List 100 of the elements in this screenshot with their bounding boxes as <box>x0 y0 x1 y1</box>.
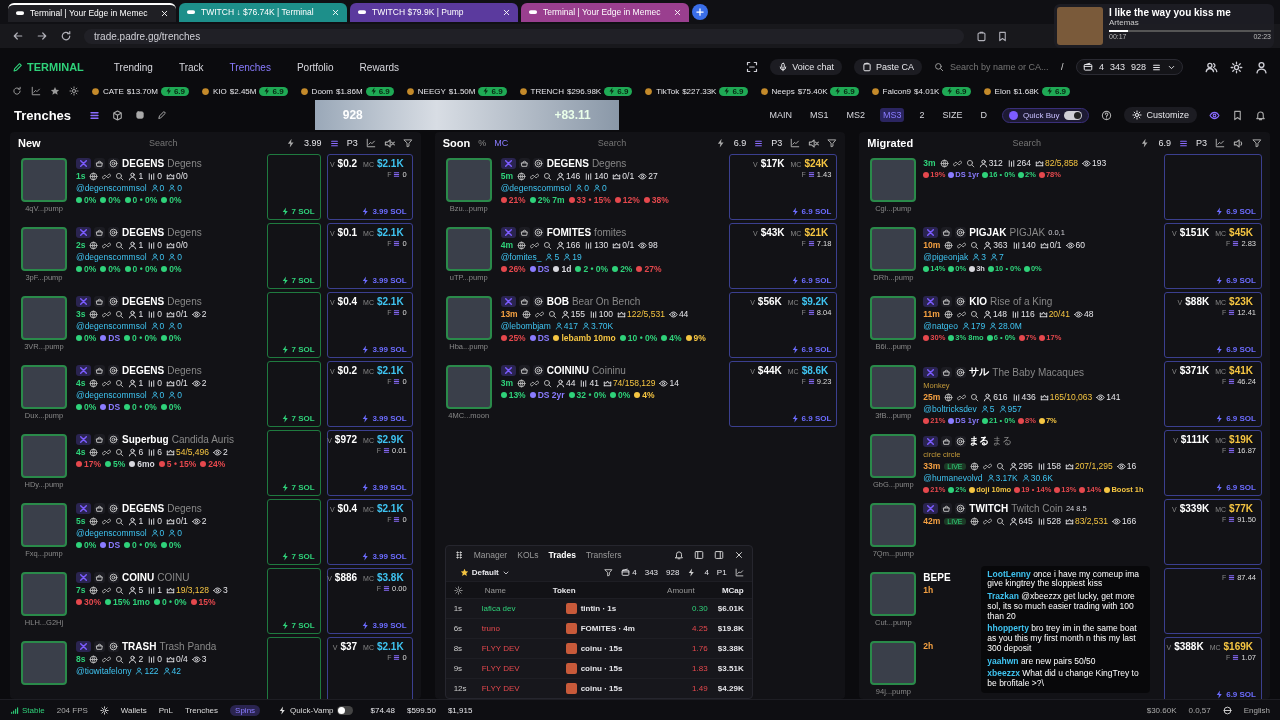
quick-buy-panel[interactable]: 7 SOL <box>266 499 321 565</box>
search-field[interactable]: Search <box>48 137 279 149</box>
preset-tab[interactable]: MS1 <box>806 108 832 122</box>
search-field[interactable]: Search <box>516 137 708 149</box>
browser-tab[interactable]: Terminal | Your Edge in Memec <box>8 2 176 22</box>
trader-name[interactable]: FLYY DEV <box>481 644 560 653</box>
twitter-handle[interactable]: @degenscommsol <box>76 390 147 400</box>
buy-button[interactable]: 6.9 SOL <box>790 345 832 354</box>
buy-button[interactable]: 6.9 SOL <box>1215 414 1256 423</box>
preset-tab[interactable]: MAIN <box>766 108 795 122</box>
quick-buy-panel[interactable]: 7 SOL <box>266 154 321 220</box>
ticker-symbol[interactable]: Elon <box>994 86 1011 96</box>
quick-buy-toggle[interactable]: Quick Buy <box>1002 107 1090 123</box>
buy-button[interactable]: 3.99 SOL <box>361 207 407 216</box>
customize-button[interactable]: Customize <box>1124 107 1197 123</box>
panel-tab[interactable]: KOLs <box>517 550 539 560</box>
preset-tab[interactable]: MS2 <box>843 108 868 122</box>
browser-tab[interactable]: Terminal | Your Edge in Memec <box>521 2 689 22</box>
twitter-handle[interactable]: @natgeo <box>923 321 958 331</box>
boost-badge[interactable]: 6.9 <box>830 86 859 96</box>
buy-button[interactable]: 6.9 SOL <box>790 414 832 423</box>
buy-button[interactable]: 6.9 SOL <box>1215 276 1256 285</box>
preset-tab[interactable]: SIZE <box>939 108 966 122</box>
boost-badge[interactable]: 6.9 <box>942 86 971 96</box>
trader-name[interactable]: FLYY DEV <box>481 664 560 673</box>
buy-amount[interactable]: 3.99 <box>304 138 322 148</box>
spins-button[interactable]: Spins <box>230 704 261 716</box>
voice-chat-button[interactable]: Voice chat <box>770 59 842 75</box>
boost-badge[interactable]: 6.9 <box>478 86 507 96</box>
buy-button[interactable]: 3.99 SOL <box>361 621 407 630</box>
browser-tab[interactable]: TWITCH $79.9K | Pump <box>350 2 518 22</box>
nav-link[interactable]: Rewards <box>359 61 400 73</box>
buy-button[interactable]: 3.99 SOL <box>361 552 407 561</box>
twitter-handle[interactable]: @degenscommsol <box>76 252 147 262</box>
preset-label[interactable]: P3 <box>1195 138 1207 148</box>
quick-vamp-toggle[interactable]: Quick-Vamp <box>272 704 359 716</box>
panel-tab[interactable]: Transfers <box>585 550 622 560</box>
url-field[interactable]: trade.padre.gg/trenches <box>84 28 964 44</box>
boost-badge[interactable]: 6.9 <box>1041 86 1071 96</box>
buy-button[interactable]: 3.99 SOL <box>361 345 407 354</box>
wallet-selector[interactable]: 4 343 928 <box>1075 59 1183 75</box>
ticker-symbol[interactable]: KIO <box>213 86 227 96</box>
quick-buy-amount[interactable]: 7 SOL <box>280 345 315 354</box>
buy-button[interactable]: 6.9 SOL <box>790 207 832 216</box>
preset-label[interactable]: P3 <box>771 138 783 148</box>
buy-button[interactable]: 3.99 SOL <box>361 276 407 285</box>
boost-badge[interactable]: 6.9 <box>365 86 394 96</box>
twitter-handle[interactable]: @tiowitafelony <box>76 666 132 676</box>
quick-buy-panel[interactable]: 7 SOL <box>266 223 321 289</box>
twitter-handle[interactable]: @fomites_ <box>500 252 542 262</box>
nav-link[interactable]: Trenches <box>229 61 271 73</box>
buy-button[interactable]: 6.9 SOL <box>1215 207 1256 216</box>
quick-buy-panel[interactable]: 7 SOL <box>266 292 321 358</box>
trader-name[interactable]: truno <box>481 624 560 633</box>
buy-button[interactable]: 6.9 SOL <box>1215 345 1256 354</box>
buy-amount[interactable]: 6.9 <box>733 138 747 148</box>
buy-amount[interactable]: 4 <box>704 568 709 577</box>
preset-tab[interactable]: D <box>977 108 990 122</box>
boost-badge[interactable]: 6.9 <box>160 86 189 96</box>
sort-toggle[interactable]: MC <box>494 138 509 148</box>
paste-ca-button[interactable]: Paste CA <box>853 59 922 75</box>
browser-tab[interactable]: TWITCH ↓ $76.74K | Terminal <box>179 2 347 22</box>
price-panel[interactable]: 6.9 SOL <box>1164 154 1262 220</box>
quick-buy-amount[interactable]: 7 SOL <box>280 483 315 492</box>
twitter-handle[interactable]: @degenscommsol <box>76 528 147 538</box>
twitter-handle[interactable]: @humanevolvd <box>923 473 983 483</box>
buy-button[interactable]: 6.9 SOL <box>1215 483 1256 492</box>
buy-button[interactable]: 6.9 SOL <box>790 276 832 285</box>
nav-link[interactable]: Track <box>178 61 204 73</box>
status-link[interactable]: PnL <box>158 705 173 715</box>
quick-buy-amount[interactable]: 7 SOL <box>280 276 315 285</box>
ticker-symbol[interactable]: Falcon9 <box>882 86 912 96</box>
buy-amount[interactable]: 6.9 <box>1158 138 1171 148</box>
search-field[interactable]: Search <box>921 137 1133 149</box>
ticker-symbol[interactable]: CATE <box>103 86 124 96</box>
preset-label[interactable]: P3 <box>346 138 358 148</box>
nav-link[interactable]: Portfolio <box>296 61 334 73</box>
boost-badge[interactable]: 6.9 <box>604 86 633 96</box>
logo[interactable]: TERMINAL <box>12 61 84 73</box>
ticker-symbol[interactable]: Doom <box>311 86 333 96</box>
panel-tab[interactable]: Manager <box>473 550 508 560</box>
buy-button[interactable]: 3.99 SOL <box>361 483 407 492</box>
status-link[interactable]: Wallets <box>120 705 147 715</box>
status-link[interactable]: Trenches <box>185 705 219 715</box>
quick-buy-amount[interactable]: 7 SOL <box>280 552 315 561</box>
trader-name[interactable]: lafica dev <box>481 604 560 613</box>
wallet-count[interactable]: 4 <box>621 568 637 577</box>
twitter-handle[interactable]: @lebombjam <box>500 321 551 331</box>
trade-token[interactable]: coinu · 15s <box>580 684 623 693</box>
trader-name[interactable]: FLYY DEV <box>481 684 560 693</box>
ticker-symbol[interactable]: Neeps <box>771 86 795 96</box>
preset-dropdown[interactable]: Default <box>453 567 516 578</box>
ticker-symbol[interactable]: TikTok <box>656 86 680 96</box>
panel-tab[interactable]: Trades <box>548 550 576 560</box>
buy-button[interactable]: 3.99 SOL <box>361 414 407 423</box>
preset-tab[interactable]: 2 <box>916 108 928 122</box>
nav-link[interactable]: Trending <box>113 61 153 73</box>
trade-token[interactable]: coinu · 15s <box>580 664 623 673</box>
quick-buy-panel[interactable]: 7 SOL <box>266 568 321 634</box>
twitter-handle[interactable]: @pigeonjak <box>923 252 969 262</box>
